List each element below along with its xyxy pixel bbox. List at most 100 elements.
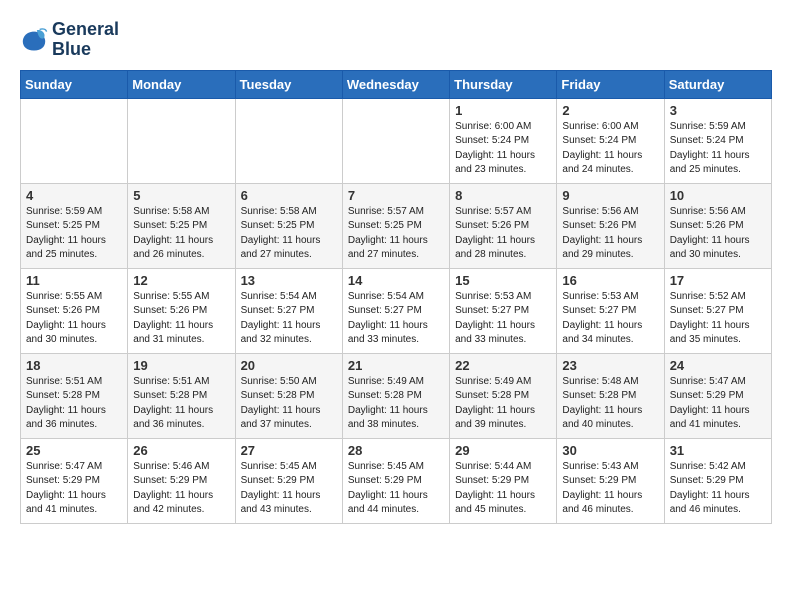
day-info: Sunrise: 5:43 AMSunset: 5:29 PMDaylight:… (562, 460, 658, 518)
day-cell: 27 Sunrise: 5:45 AMSunset: 5:29 PMDayligh… (235, 438, 342, 523)
weekday-header-tuesday: Tuesday (235, 70, 342, 98)
weekday-header-row: SundayMondayTuesdayWednesdayThursdayFrid… (21, 70, 772, 98)
day-cell: 20 Sunrise: 5:50 AMSunset: 5:28 PMDayligh… (235, 353, 342, 438)
day-number: 9 (562, 188, 658, 203)
logo-text: General Blue (52, 20, 119, 60)
day-cell: 31 Sunrise: 5:42 AMSunset: 5:29 PMDayligh… (664, 438, 771, 523)
day-number: 3 (670, 103, 766, 118)
day-cell: 1 Sunrise: 6:00 AMSunset: 5:24 PMDaylight… (450, 98, 557, 183)
day-number: 14 (348, 273, 444, 288)
day-number: 17 (670, 273, 766, 288)
day-cell: 18Sunrise: 5:51 AMSunset: 5:28 PMDayligh… (21, 353, 128, 438)
day-cell: 9 Sunrise: 5:56 AMSunset: 5:26 PMDaylight… (557, 183, 664, 268)
day-number: 29 (455, 443, 551, 458)
day-number: 7 (348, 188, 444, 203)
day-cell: 25 Sunrise: 5:47 AMSunset: 5:29 PMDayligh… (21, 438, 128, 523)
day-cell: 28 Sunrise: 5:45 AMSunset: 5:29 PMDayligh… (342, 438, 449, 523)
day-info: Sunrise: 5:54 AMSunset: 5:27 PMDaylight:… (241, 290, 337, 348)
logo-icon (20, 26, 48, 54)
day-info: Sunrise: 5:58 AMSunset: 5:25 PMDaylight:… (241, 205, 337, 263)
day-info: Sunrise: 5:54 AMSunset: 5:27 PMDaylight:… (348, 290, 444, 348)
day-cell: 16 Sunrise: 5:53 AMSunset: 5:27 PMDayligh… (557, 268, 664, 353)
day-cell (342, 98, 449, 183)
day-number: 20 (241, 358, 337, 373)
day-info: Sunrise: 5:49 AMSunset: 5:28 PMDaylight:… (348, 375, 444, 433)
day-cell: 22Sunrise: 5:49 AMSunset: 5:28 PMDayligh… (450, 353, 557, 438)
day-info: Sunrise: 5:42 AMSunset: 5:29 PMDaylight:… (670, 460, 766, 518)
day-number: 8 (455, 188, 551, 203)
day-info: Sunrise: 5:47 AMSunset: 5:29 PMDaylight:… (670, 375, 766, 433)
day-info: Sunrise: 5:52 AMSunset: 5:27 PMDaylight:… (670, 290, 766, 348)
day-number: 18 (26, 358, 122, 373)
day-info: Sunrise: 5:48 AMSunset: 5:28 PMDaylight:… (562, 375, 658, 433)
day-info: Sunrise: 5:46 AMSunset: 5:29 PMDaylight:… (133, 460, 229, 518)
day-number: 30 (562, 443, 658, 458)
day-cell: 11 Sunrise: 5:55 AMSunset: 5:26 PMDayligh… (21, 268, 128, 353)
day-info: Sunrise: 6:00 AMSunset: 5:24 PMDaylight:… (455, 120, 551, 178)
day-info: Sunrise: 5:56 AMSunset: 5:26 PMDaylight:… (670, 205, 766, 263)
weekday-header-friday: Friday (557, 70, 664, 98)
day-cell: 10 Sunrise: 5:56 AMSunset: 5:26 PMDayligh… (664, 183, 771, 268)
day-cell: 23 Sunrise: 5:48 AMSunset: 5:28 PMDayligh… (557, 353, 664, 438)
day-number: 23 (562, 358, 658, 373)
day-number: 27 (241, 443, 337, 458)
day-cell: 15 Sunrise: 5:53 AMSunset: 5:27 PMDayligh… (450, 268, 557, 353)
day-number: 2 (562, 103, 658, 118)
day-cell: 4 Sunrise: 5:59 AMSunset: 5:25 PMDaylight… (21, 183, 128, 268)
day-info: Sunrise: 5:44 AMSunset: 5:29 PMDaylight:… (455, 460, 551, 518)
page-header: General Blue (20, 20, 772, 60)
day-number: 28 (348, 443, 444, 458)
day-number: 10 (670, 188, 766, 203)
calendar-table: SundayMondayTuesdayWednesdayThursdayFrid… (20, 70, 772, 524)
day-cell: 12 Sunrise: 5:55 AMSunset: 5:26 PMDayligh… (128, 268, 235, 353)
weekday-header-wednesday: Wednesday (342, 70, 449, 98)
day-info: Sunrise: 5:55 AMSunset: 5:26 PMDaylight:… (26, 290, 122, 348)
day-info: Sunrise: 5:53 AMSunset: 5:27 PMDaylight:… (562, 290, 658, 348)
day-info: Sunrise: 5:55 AMSunset: 5:26 PMDaylight:… (133, 290, 229, 348)
day-info: Sunrise: 5:59 AMSunset: 5:24 PMDaylight:… (670, 120, 766, 178)
day-number: 25 (26, 443, 122, 458)
day-cell: 8 Sunrise: 5:57 AMSunset: 5:26 PMDaylight… (450, 183, 557, 268)
day-number: 12 (133, 273, 229, 288)
day-cell: 14 Sunrise: 5:54 AMSunset: 5:27 PMDayligh… (342, 268, 449, 353)
week-row-2: 4 Sunrise: 5:59 AMSunset: 5:25 PMDaylight… (21, 183, 772, 268)
logo: General Blue (20, 20, 119, 60)
day-info: Sunrise: 5:45 AMSunset: 5:29 PMDaylight:… (348, 460, 444, 518)
day-info: Sunrise: 5:50 AMSunset: 5:28 PMDaylight:… (241, 375, 337, 433)
day-number: 5 (133, 188, 229, 203)
day-number: 15 (455, 273, 551, 288)
day-info: Sunrise: 5:51 AMSunset: 5:28 PMDaylight:… (133, 375, 229, 433)
day-info: Sunrise: 5:58 AMSunset: 5:25 PMDaylight:… (133, 205, 229, 263)
day-number: 4 (26, 188, 122, 203)
weekday-header-thursday: Thursday (450, 70, 557, 98)
weekday-header-monday: Monday (128, 70, 235, 98)
day-number: 11 (26, 273, 122, 288)
day-cell (235, 98, 342, 183)
day-cell: 2Sunrise: 6:00 AMSunset: 5:24 PMDaylight… (557, 98, 664, 183)
day-info: Sunrise: 5:56 AMSunset: 5:26 PMDaylight:… (562, 205, 658, 263)
day-cell: 5 Sunrise: 5:58 AMSunset: 5:25 PMDaylight… (128, 183, 235, 268)
day-number: 16 (562, 273, 658, 288)
day-number: 13 (241, 273, 337, 288)
week-row-4: 18 Sunrise: 5:51 AMSunset: 5:28 PMDayligh… (21, 353, 772, 438)
day-info: Sunrise: 5:45 AMSunset: 5:29 PMDaylight:… (241, 460, 337, 518)
day-number: 6 (241, 188, 337, 203)
day-info: Sunrise: 5:53 AMSunset: 5:27 PMDaylight:… (455, 290, 551, 348)
day-cell (128, 98, 235, 183)
day-info: Sunrise: 5:59 AMSunset: 5:25 PMDaylight:… (26, 205, 122, 263)
day-info: Sunrise: 5:47 AMSunset: 5:29 PMDaylight:… (26, 460, 122, 518)
day-number: 22 (455, 358, 551, 373)
week-row-3: 11 Sunrise: 5:55 AMSunset: 5:26 PMDayligh… (21, 268, 772, 353)
day-cell (21, 98, 128, 183)
day-cell: 3 Sunrise: 5:59 AMSunset: 5:24 PMDaylight… (664, 98, 771, 183)
day-number: 19 (133, 358, 229, 373)
day-cell: 6 Sunrise: 5:58 AMSunset: 5:25 PMDaylight… (235, 183, 342, 268)
day-cell: 26 Sunrise: 5:46 AMSunset: 5:29 PMDayligh… (128, 438, 235, 523)
day-number: 31 (670, 443, 766, 458)
day-info: Sunrise: 5:57 AMSunset: 5:26 PMDaylight:… (455, 205, 551, 263)
day-cell: 17 Sunrise: 5:52 AMSunset: 5:27 PMDayligh… (664, 268, 771, 353)
weekday-header-saturday: Saturday (664, 70, 771, 98)
day-number: 26 (133, 443, 229, 458)
day-number: 1 (455, 103, 551, 118)
day-cell: 13 Sunrise: 5:54 AMSunset: 5:27 PMDayligh… (235, 268, 342, 353)
